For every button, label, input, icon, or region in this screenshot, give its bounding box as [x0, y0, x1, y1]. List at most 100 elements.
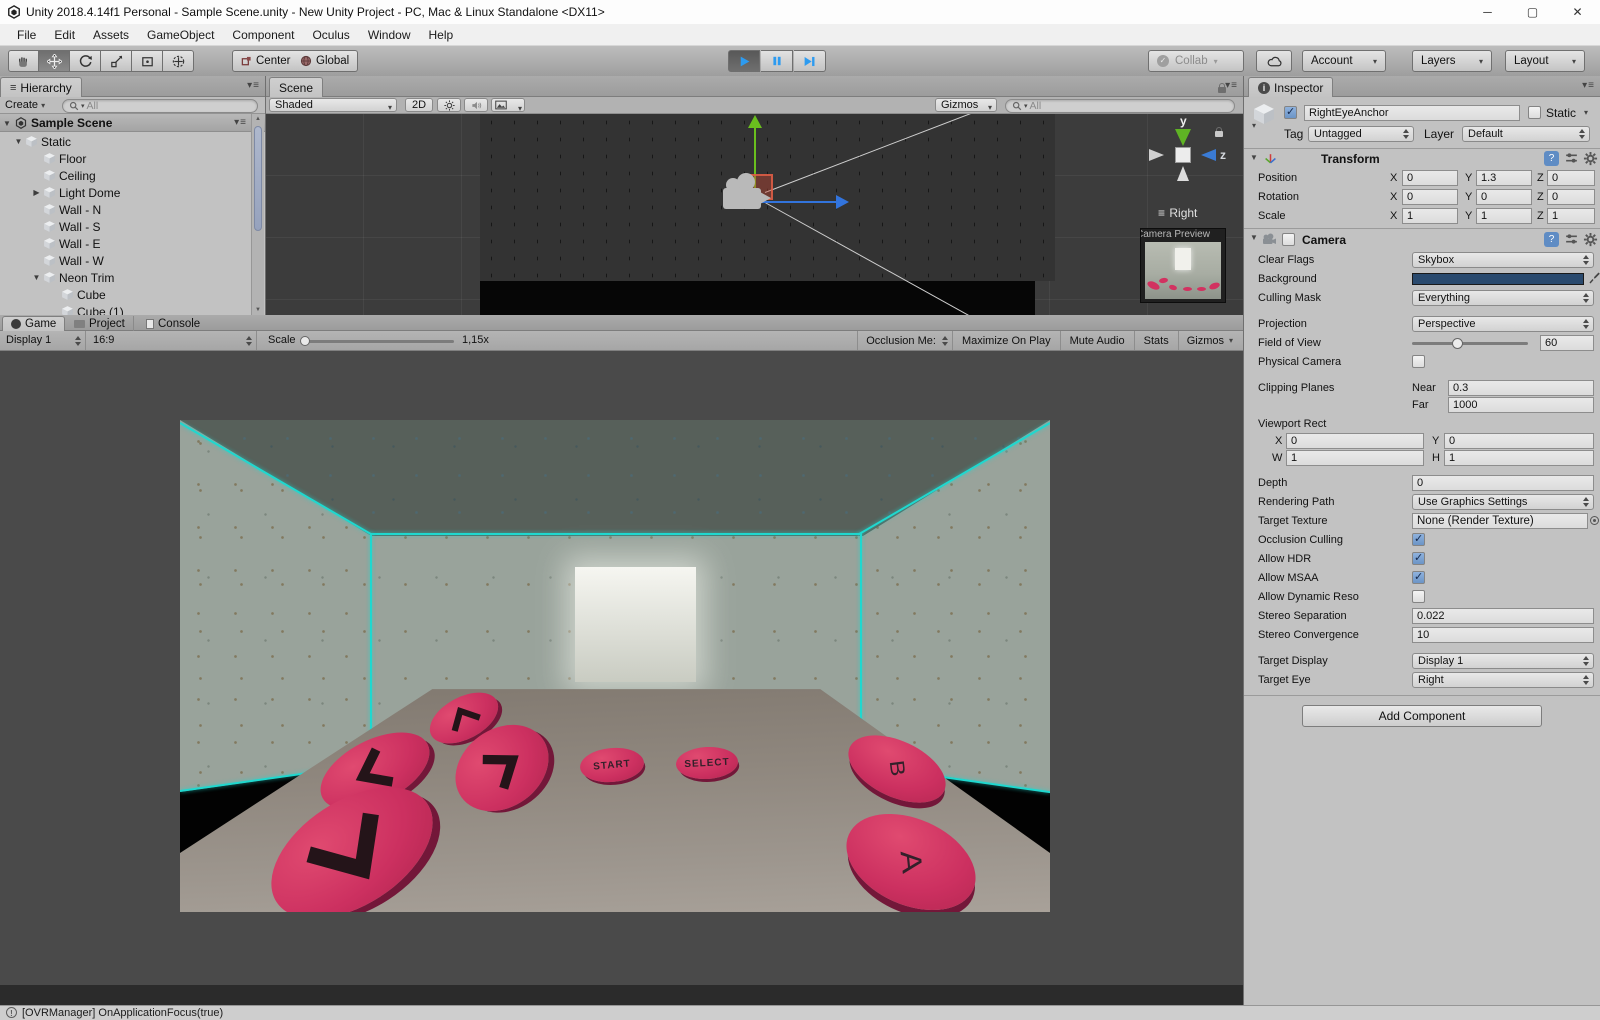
- tree-item-light-dome[interactable]: ▶Light Dome: [0, 184, 280, 201]
- tab-hierarchy[interactable]: ≡ Hierarchy: [0, 77, 82, 97]
- culling-mask-dropdown[interactable]: Everything: [1412, 290, 1594, 306]
- gameobject-icon-caret[interactable]: ▾: [1252, 121, 1256, 130]
- scrollbar-thumb[interactable]: [254, 126, 262, 231]
- maximize-on-play-button[interactable]: Maximize On Play: [952, 331, 1060, 350]
- target-eye-dropdown[interactable]: Right: [1412, 672, 1594, 688]
- tab-project[interactable]: Project: [66, 316, 134, 331]
- rect-tool-button[interactable]: [132, 50, 163, 72]
- position-z-field[interactable]: 0: [1547, 170, 1595, 186]
- play-button[interactable]: [728, 50, 760, 72]
- minimize-button[interactable]: ─: [1465, 0, 1510, 24]
- scene-foldout-icon[interactable]: ▼: [3, 119, 11, 128]
- space-global-button[interactable]: Global: [292, 50, 358, 72]
- game-gizmos-dropdown[interactable]: Gizmos▾: [1178, 331, 1241, 350]
- near-field[interactable]: 0.3: [1448, 380, 1594, 396]
- status-bar[interactable]: ! [OVRManager] OnApplicationFocus(true): [0, 1005, 1600, 1020]
- step-button[interactable]: [794, 50, 826, 72]
- camera-preset-icon[interactable]: [1564, 232, 1579, 247]
- pivot-center-button[interactable]: Center: [232, 50, 300, 72]
- menu-component[interactable]: Component: [223, 28, 303, 42]
- panel-menu-icon[interactable]: ▾≡: [247, 80, 260, 91]
- fov-slider-handle[interactable]: [1452, 338, 1463, 349]
- axis-y-cone[interactable]: [1175, 129, 1191, 146]
- scale-y-field[interactable]: 1: [1476, 208, 1532, 224]
- clear-flags-dropdown[interactable]: Skybox: [1412, 252, 1594, 268]
- stereo-convergence-field[interactable]: 10: [1412, 627, 1594, 643]
- move-tool-button[interactable]: [39, 50, 70, 72]
- scene-menu-icon[interactable]: ▾≡: [234, 117, 247, 128]
- tab-console[interactable]: Console: [138, 316, 208, 331]
- aspect-ratio-dropdown[interactable]: 16:9: [87, 331, 257, 350]
- scale-slider-handle[interactable]: [300, 336, 310, 346]
- menu-assets[interactable]: Assets: [84, 28, 138, 42]
- depth-field[interactable]: 0: [1412, 475, 1594, 491]
- position-y-field[interactable]: 1.3: [1476, 170, 1532, 186]
- tree-item-floor[interactable]: Floor: [0, 150, 280, 167]
- inspector-lock-icon[interactable]: [1218, 87, 1226, 93]
- rendering-path-dropdown[interactable]: Use Graphics Settings: [1412, 494, 1594, 510]
- camera-gizmo-body[interactable]: [723, 188, 761, 209]
- menu-window[interactable]: Window: [359, 28, 420, 42]
- transform-preset-icon[interactable]: [1564, 151, 1579, 166]
- foldout-arrow[interactable]: ▼: [30, 273, 43, 282]
- stats-button[interactable]: Stats: [1134, 331, 1178, 350]
- account-button[interactable]: Account▾: [1302, 50, 1386, 72]
- mute-audio-button[interactable]: Mute Audio: [1060, 331, 1134, 350]
- pause-button[interactable]: [761, 50, 793, 72]
- foldout-arrow[interactable]: ▶: [30, 188, 43, 197]
- menu-gameobject[interactable]: GameObject: [138, 28, 223, 42]
- allow-msaa-checkbox[interactable]: [1412, 571, 1425, 584]
- panel-divider[interactable]: [1243, 76, 1244, 1005]
- tree-item-static[interactable]: ▼Static: [0, 133, 262, 150]
- occlusion-dropdown[interactable]: Occlusion Me:: [857, 331, 952, 350]
- inspector-menu-icon[interactable]: ▾≡: [1582, 80, 1595, 91]
- scene-viewport[interactable]: y z ≡ Right Camera Preview: [265, 114, 1243, 315]
- transform-tool-button[interactable]: [163, 50, 194, 72]
- transform-gear-icon[interactable]: [1583, 151, 1598, 166]
- occlusion-culling-checkbox[interactable]: [1412, 533, 1425, 546]
- layers-button[interactable]: Layers▾: [1412, 50, 1492, 72]
- physical-camera-checkbox[interactable]: [1412, 355, 1425, 368]
- view-lock-icon[interactable]: [1215, 131, 1223, 137]
- static-checkbox[interactable]: [1528, 106, 1541, 119]
- scene-search-input[interactable]: ▾ All: [1005, 99, 1235, 113]
- rotate-tool-button[interactable]: [70, 50, 101, 72]
- axis-z-cone[interactable]: [1201, 149, 1216, 161]
- maximize-button[interactable]: ▢: [1510, 0, 1555, 24]
- stereo-separation-field[interactable]: 0.022: [1412, 608, 1594, 624]
- camera-foldout-icon[interactable]: ▼: [1250, 233, 1258, 242]
- camera-gear-icon[interactable]: [1583, 232, 1598, 247]
- projection-dropdown[interactable]: Perspective: [1412, 316, 1594, 332]
- scene-lighting-toggle[interactable]: [437, 98, 461, 112]
- scale-tool-button[interactable]: [101, 50, 132, 72]
- camera-enabled-checkbox[interactable]: [1282, 233, 1295, 246]
- position-x-field[interactable]: 0: [1402, 170, 1458, 186]
- tree-item-neon-trim[interactable]: ▼Neon Trim: [0, 269, 280, 286]
- tag-dropdown[interactable]: Untagged: [1308, 126, 1414, 142]
- hierarchy-scrollbar[interactable]: ▲ ▼: [251, 114, 264, 315]
- viewport-x-field[interactable]: 0: [1286, 433, 1424, 449]
- axis-left-cone[interactable]: [1149, 149, 1164, 161]
- display-dropdown[interactable]: Display 1: [0, 331, 86, 350]
- create-button[interactable]: Create ▾: [5, 99, 45, 111]
- scene-effects-toggle[interactable]: ▾: [491, 98, 525, 112]
- active-checkbox[interactable]: [1284, 106, 1297, 119]
- orientation-cube[interactable]: [1175, 147, 1191, 163]
- game-viewport[interactable]: START SELECT B A: [0, 351, 1243, 1005]
- target-texture-field[interactable]: None (Render Texture): [1412, 513, 1588, 529]
- panel-divider[interactable]: [265, 76, 266, 315]
- fov-slider-track[interactable]: [1412, 342, 1528, 345]
- hand-tool-button[interactable]: [8, 50, 39, 72]
- close-button[interactable]: ✕: [1555, 0, 1600, 24]
- viewport-w-field[interactable]: 1: [1286, 450, 1424, 466]
- scene-header-row[interactable]: ▼ Sample Scene ▾≡: [0, 114, 265, 132]
- menu-file[interactable]: File: [8, 28, 45, 42]
- layer-dropdown[interactable]: Default: [1462, 126, 1590, 142]
- viewport-y-field[interactable]: 0: [1444, 433, 1594, 449]
- background-color-swatch[interactable]: [1412, 273, 1584, 285]
- allow-hdr-checkbox[interactable]: [1412, 552, 1425, 565]
- eyedropper-icon[interactable]: [1588, 271, 1600, 285]
- 2d-toggle-button[interactable]: 2D: [405, 98, 433, 112]
- tab-scene[interactable]: Scene: [269, 77, 323, 97]
- scale-slider-track[interactable]: [302, 340, 454, 343]
